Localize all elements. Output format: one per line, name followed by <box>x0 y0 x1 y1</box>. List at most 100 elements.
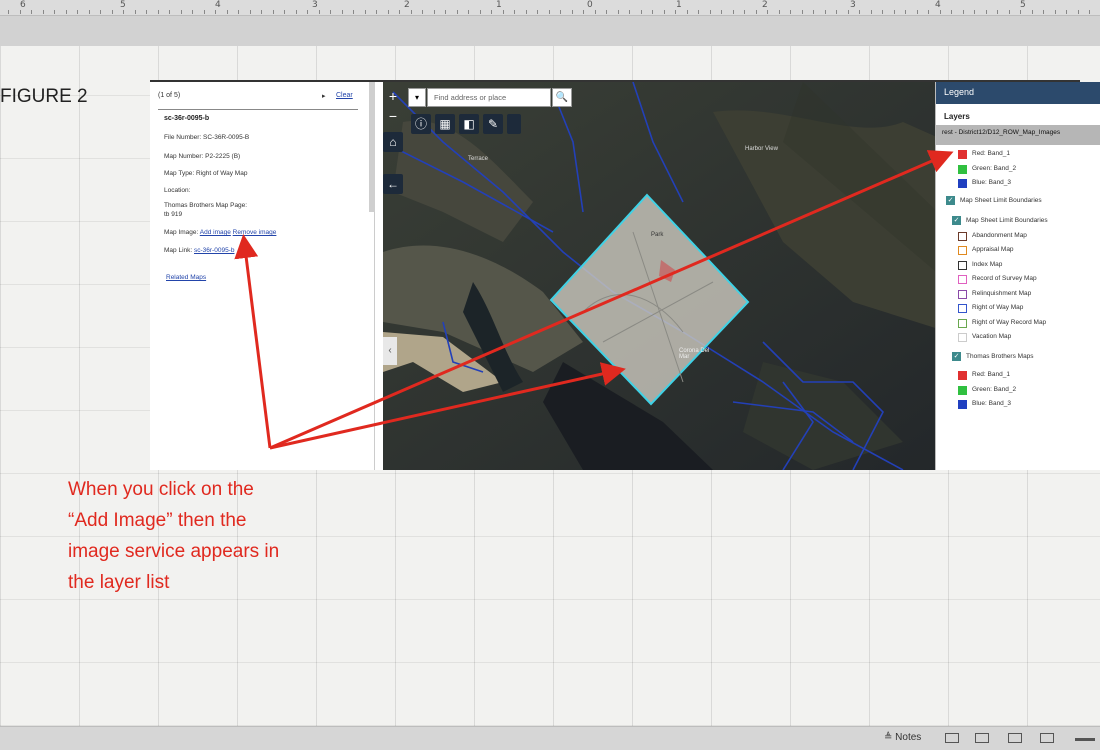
checkbox-checked-icon[interactable]: ✓ <box>952 216 961 225</box>
ruler-tick <box>284 10 285 14</box>
slideshow-icon[interactable] <box>1040 733 1054 743</box>
ruler-tick <box>732 10 734 14</box>
ruler-tick <box>353 10 354 14</box>
ruler-number: 0 <box>587 0 593 10</box>
legend-item: Abandonment Map <box>936 230 1100 245</box>
ruler-tick <box>238 10 239 14</box>
ruler-number: 6 <box>20 0 26 10</box>
ruler-tick <box>824 10 826 14</box>
legend-label: Relinquishment Map <box>972 289 1032 297</box>
legend-group-label: Map Sheet Limit Boundaries <box>960 196 1042 204</box>
zoom-in-button[interactable]: + <box>383 86 403 106</box>
legend-item: Red: Band_1 <box>936 148 1100 163</box>
legend-title: Legend <box>936 82 1100 104</box>
legend-item: Right of Way Map <box>936 302 1100 317</box>
ruler-tick <box>146 10 147 14</box>
checkbox-checked-icon[interactable]: ✓ <box>952 351 961 361</box>
basemap-gallery-icon[interactable]: ▦ <box>435 114 455 134</box>
ruler-tick <box>226 10 228 14</box>
map-number: Map Number: P2-2225 (B) <box>164 153 241 160</box>
info-icon[interactable]: ⓘ <box>411 114 431 134</box>
legend-label: Record of Survey Map <box>972 275 1037 282</box>
legend-group-label: Thomas Brothers Maps <box>966 352 1034 360</box>
map-type: Map Type: Right of Way Map <box>164 170 248 177</box>
ruler-tick <box>893 10 895 14</box>
ruler-tick <box>295 10 297 14</box>
normal-view-icon[interactable] <box>945 733 959 743</box>
ruler-tick <box>307 10 308 14</box>
ruler-tick <box>31 10 32 14</box>
annotation-line: the layer list <box>68 572 170 593</box>
legend-item: Blue: Band_3 <box>936 398 1100 413</box>
ruler-tick <box>192 10 193 14</box>
legend-label: Index Map <box>972 260 1003 268</box>
ruler-tick <box>594 10 596 14</box>
ruler-tick <box>606 10 607 14</box>
embedded-screenshot: (1 of 5) ▸ Clear sc-36r-0095-b File Numb… <box>150 80 1100 470</box>
slide-sorter-icon[interactable] <box>975 733 989 743</box>
remove-image-link[interactable]: Remove image <box>233 229 277 236</box>
ruler-number: 1 <box>496 0 502 10</box>
annotation-line: When you click on the <box>68 479 254 500</box>
ruler-tick <box>215 10 216 14</box>
ruler-tick <box>502 10 504 14</box>
legend-label: Blue: Band_3 <box>972 400 1012 407</box>
green-swatch <box>958 385 967 395</box>
ruler-tick <box>456 10 458 14</box>
ruler-tick <box>445 10 446 14</box>
ruler-tick <box>778 10 780 14</box>
ruler-tick <box>617 10 619 14</box>
related-maps-link[interactable]: Related Maps <box>166 274 206 281</box>
ruler-tick <box>123 10 124 14</box>
search-input[interactable]: Find address or place <box>427 88 551 107</box>
annotation-line: image service appears in <box>68 541 280 562</box>
ruler-tick <box>537 10 538 14</box>
ruler-tick <box>709 10 711 14</box>
legend-group-row[interactable]: ✓ Map Sheet Limit Boundaries <box>936 215 1100 230</box>
legend-swatch <box>958 289 967 299</box>
ruler-tick <box>698 10 699 14</box>
panel-scrollbar[interactable] <box>369 82 375 212</box>
ruler-tick <box>65 10 67 14</box>
ruler-tick <box>801 10 803 14</box>
legend-label: Green: Band_2 <box>972 385 1017 393</box>
layers-heading: Layers <box>944 112 970 121</box>
ruler-tick <box>583 10 584 14</box>
map-image-row: Map Image: Add image Remove image <box>164 229 276 236</box>
ruler-tick <box>905 10 906 14</box>
next-record-icon[interactable]: ▸ <box>322 92 326 100</box>
place-label: Harbor View <box>745 146 778 152</box>
map-view[interactable]: + − ⌂ ← ⓘ ▦ ◧ ✎ ▾ Find address or place … <box>383 82 948 470</box>
ruler-tick <box>790 10 791 14</box>
ruler-tick <box>882 10 883 14</box>
zoom-slider[interactable] <box>1075 738 1095 741</box>
reading-view-icon[interactable] <box>1008 733 1022 743</box>
legend-group-row[interactable]: ✓ Map Sheet Limit Boundaries <box>936 195 1100 210</box>
file-number: File Number: SC-36R-0095-B <box>164 134 250 141</box>
search-dropdown[interactable]: ▾ <box>408 88 426 107</box>
draw-icon[interactable]: ✎ <box>483 114 503 134</box>
clear-link[interactable]: Clear <box>336 92 353 99</box>
map-link[interactable]: sc-36r-0095-b <box>194 247 234 254</box>
annotation-text: When you click on the “Add Image” then t… <box>68 474 328 598</box>
ruler-tick <box>100 10 101 14</box>
toolbar-separator <box>507 114 521 134</box>
map-link-row: Map Link: sc-36r-0095-b <box>164 247 234 254</box>
collapse-panel-icon[interactable]: ‹ <box>383 337 397 365</box>
home-icon[interactable]: ⌂ <box>383 132 403 152</box>
notes-button[interactable]: ≜ Notes <box>884 732 921 743</box>
layers-icon[interactable]: ◧ <box>459 114 479 134</box>
ruler-tick <box>514 10 515 14</box>
attribute-panel: (1 of 5) ▸ Clear sc-36r-0095-b File Numb… <box>150 82 375 470</box>
ruler-tick <box>916 10 918 14</box>
legend-group-row[interactable]: ✓ Thomas Brothers Maps <box>936 351 1100 366</box>
ruler-tick <box>8 10 9 14</box>
add-image-link[interactable]: Add image <box>200 229 231 236</box>
layer-service-row[interactable]: rest - District12/D12_ROW_Map_Images <box>936 125 1100 145</box>
checkbox-checked-icon[interactable]: ✓ <box>946 195 955 205</box>
back-arrow-icon[interactable]: ← <box>383 174 403 194</box>
legend-swatch <box>958 304 967 313</box>
zoom-out-button[interactable]: − <box>383 106 403 126</box>
search-icon[interactable]: 🔍 <box>552 88 572 107</box>
ruler-tick <box>939 10 941 14</box>
